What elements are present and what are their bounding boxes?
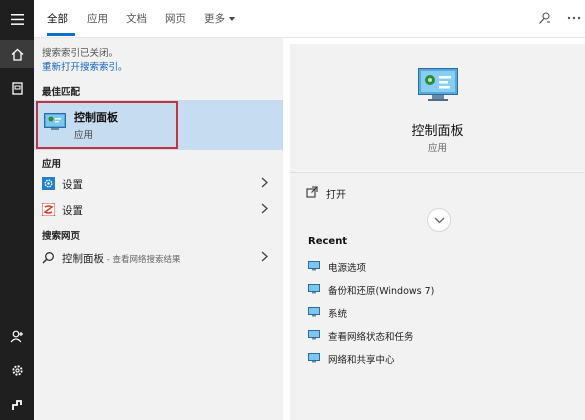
results-panel: 搜索索引已关闭。 重新打开搜索索引。 最佳匹配 控制面板 应用 应用 设置 设置… [34,38,283,420]
person-add-icon[interactable] [0,322,34,350]
user-icon[interactable] [0,390,34,418]
best-match-subtitle: 应用 [74,130,94,141]
control-panel-small-icon [308,330,320,343]
documents-icon[interactable] [0,74,34,102]
chevron-down-icon [229,17,235,21]
control-panel-small-icon [308,261,320,274]
recent-item-label: 查看网络状态和任务 [328,332,414,343]
chevron-right-icon[interactable] [261,203,268,217]
settings-icon [42,177,55,190]
divider [290,172,585,173]
best-match-item[interactable]: 控制面板 应用 [34,100,283,150]
web-search-hint: - 查看网络搜索结果 [104,255,181,265]
apps-header: 应用 [42,159,62,170]
tab-apps[interactable]: 应用 [87,11,108,26]
settings-alt-icon [41,202,56,217]
chevron-right-icon[interactable] [261,251,268,265]
web-search-label: 控制面板 - 查看网络搜索结果 [62,251,180,266]
list-item-settings-alt[interactable]: 设置 [34,198,283,222]
control-panel-icon [44,113,66,134]
open-icon [306,186,318,201]
web-search-header: 搜索网页 [42,231,81,242]
active-tab-indicator [47,33,75,36]
control-panel-large-icon [418,68,458,105]
tab-documents[interactable]: 文档 [126,11,147,26]
expand-button[interactable] [427,208,451,232]
recent-item-label: 系统 [328,309,348,320]
list-item-label: 设置 [62,205,83,217]
feedback-icon[interactable] [536,9,554,27]
home-icon[interactable] [0,40,34,68]
more-options-icon[interactable] [565,9,583,27]
recent-header: Recent [308,236,348,247]
reopen-index-link[interactable]: 重新打开搜索索引。 [42,59,128,73]
chevron-right-icon[interactable] [261,177,268,191]
control-panel-small-icon [308,284,320,297]
list-item-label: 设置 [62,179,83,191]
tab-more-label: 更多 [204,13,225,25]
control-panel-small-icon [308,353,320,366]
open-action[interactable]: 打开 [306,186,346,202]
list-item-web-search[interactable]: 控制面板 - 查看网络搜索结果 [34,246,283,270]
recent-item-label: 电源选项 [328,263,367,274]
best-match-title: 控制面板 [74,111,118,124]
list-item-settings[interactable]: 设置 [34,172,283,196]
recent-item-label: 备份和还原(Windows 7) [328,286,435,297]
detail-title: 控制面板 [411,124,464,139]
tab-web[interactable]: 网页 [165,11,186,26]
tab-all[interactable]: 全部 [47,11,68,26]
chevron-down-icon [434,214,445,227]
index-status-text: 搜索索引已关闭。 [42,48,119,59]
search-tabs-bar: 全部 应用 文档 网页 更多 [34,0,585,38]
open-label: 打开 [326,190,346,201]
best-match-header: 最佳匹配 [42,87,81,98]
menu-icon[interactable] [0,5,34,33]
detail-subtitle: 应用 [427,143,447,154]
web-search-query: 控制面板 [62,253,104,265]
tab-more[interactable]: 更多 [204,11,235,26]
detail-panel: 控制面板 应用 打开 Recent 电源选项 备份和还原(Windows 7) … [290,44,585,420]
search-icon [42,251,55,264]
gear-icon[interactable] [0,356,34,384]
control-panel-small-icon [308,307,320,320]
recent-item-label: 网络和共享中心 [328,355,395,366]
left-rail [0,0,34,420]
